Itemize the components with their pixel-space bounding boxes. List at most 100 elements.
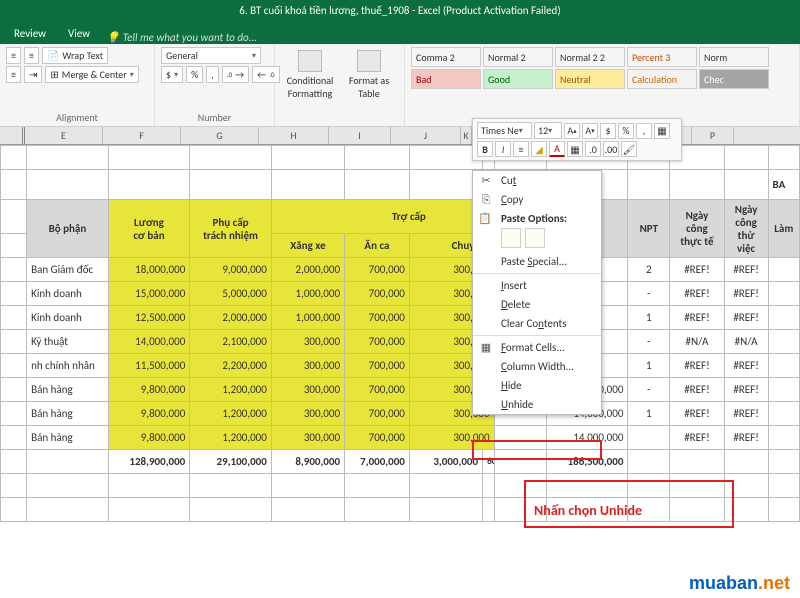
- conditional-formatting-button[interactable]: Conditional Formatting: [281, 50, 339, 100]
- watermark: muaban.net: [689, 573, 790, 594]
- ctx-clear[interactable]: Clear Contents: [473, 314, 601, 333]
- fill-color-icon[interactable]: ◢: [531, 141, 547, 157]
- italic-icon[interactable]: I: [495, 141, 511, 157]
- percent-icon[interactable]: %: [618, 123, 634, 139]
- align-left-button[interactable]: ≡: [6, 66, 21, 83]
- decimal2-icon[interactable]: .00: [603, 141, 619, 157]
- font-color-icon[interactable]: A: [549, 141, 565, 157]
- indent-button[interactable]: ⇥: [24, 66, 42, 83]
- cond-format-icon[interactable]: ▦: [654, 123, 670, 139]
- tell-me[interactable]: 💡Tell me what you want to do...: [106, 31, 257, 44]
- style-bad[interactable]: Bad: [411, 69, 481, 89]
- align-top-button[interactable]: ≡: [6, 47, 21, 64]
- increase-font-icon[interactable]: A▴: [564, 123, 580, 139]
- table-row[interactable]: Kỹ thuật 14,000,000 2,100,000 300,000 70…: [1, 330, 800, 354]
- col-J[interactable]: J: [391, 127, 461, 144]
- col-H[interactable]: H: [259, 127, 329, 144]
- col-G[interactable]: G: [181, 127, 259, 144]
- align-middle-button[interactable]: ≡: [24, 47, 39, 64]
- group-label-number: Number: [161, 108, 268, 124]
- window-title: 6. BT cuối khoá tiền lương, thuế_1908 - …: [0, 0, 800, 20]
- style-percent3[interactable]: Percent 3: [627, 47, 697, 67]
- col-E[interactable]: E: [25, 127, 103, 144]
- table-row[interactable]: Kinh doanh 15,000,000 5,000,000 1,000,00…: [1, 282, 800, 306]
- format-as-table-button[interactable]: Format as Table: [340, 50, 398, 100]
- hdr-luong-cb: Lương cơ bản: [108, 200, 190, 258]
- mini-font-size[interactable]: 12▾: [534, 122, 562, 139]
- style-calculation[interactable]: Calculation: [627, 69, 697, 89]
- ctx-hide[interactable]: Hide: [473, 376, 601, 395]
- hdr-npt: NPT: [628, 200, 670, 258]
- percent-button[interactable]: %: [186, 66, 203, 83]
- group-label-alignment: Alignment: [6, 108, 148, 124]
- paste-option-2[interactable]: [525, 228, 545, 248]
- table-row[interactable]: nh chính nhân 11,500,000 2,200,000 300,0…: [1, 354, 800, 378]
- ribbon-tabs: Review View 💡Tell me what you want to do…: [0, 20, 800, 44]
- col-F[interactable]: F: [103, 127, 181, 144]
- hdr-bo-phan: Bộ phận: [27, 200, 109, 258]
- copy-icon: ⎘: [478, 193, 494, 207]
- paste-option-1[interactable]: [501, 228, 521, 248]
- hdr-anca: Ăn ca: [345, 234, 410, 258]
- col-P[interactable]: P: [692, 127, 734, 144]
- col-K[interactable]: K: [461, 127, 472, 144]
- tab-review[interactable]: Review: [4, 23, 56, 44]
- paste-icon: 📋: [478, 212, 492, 225]
- currency-icon[interactable]: $: [600, 123, 616, 139]
- table-row[interactable]: Kinh doanh 12,500,000 2,000,000 1,000,00…: [1, 306, 800, 330]
- style-good[interactable]: Good: [483, 69, 553, 89]
- align-icon[interactable]: ≡: [513, 141, 529, 157]
- hdr-lam: Làm: [768, 200, 799, 258]
- format-painter-icon[interactable]: 🖌: [621, 141, 637, 157]
- lightbulb-icon: 💡: [106, 31, 120, 44]
- bold-icon[interactable]: B: [477, 141, 493, 157]
- col-I[interactable]: I: [329, 127, 391, 144]
- table-row[interactable]: Ban Giám đốc 18,000,000 9,000,000 2,000,…: [1, 258, 800, 282]
- comma-button[interactable]: ,: [206, 66, 219, 83]
- merge-center-button[interactable]: ⊞ Merge & Center ▾: [45, 66, 138, 83]
- style-check[interactable]: Chec: [699, 69, 769, 89]
- borders-icon[interactable]: ▦: [567, 141, 583, 157]
- format-table-icon: [357, 50, 381, 72]
- mini-font-dropdown[interactable]: Times Ne▾: [477, 122, 532, 139]
- tab-view[interactable]: View: [58, 23, 100, 44]
- style-normal[interactable]: Norm: [699, 47, 769, 67]
- ctx-format-cells[interactable]: ▦Format Cells...: [473, 338, 601, 357]
- cell-styles-gallery[interactable]: Comma 2 Normal 2 Normal 2 2 Percent 3 No…: [411, 47, 793, 89]
- table-row[interactable]: Bán hàng 9,800,000 1,200,000 300,000 700…: [1, 378, 800, 402]
- table-row[interactable]: Bán hàng 9,800,000 1,200,000 300,000 700…: [1, 402, 800, 426]
- hdr-ngay-thu: Ngày công thử việc: [724, 200, 768, 258]
- currency-button[interactable]: $ ▾: [161, 66, 183, 83]
- ctx-column-width[interactable]: Column Width...: [473, 357, 601, 376]
- hdr-phu-cap: Phụ cấp trách nhiệm: [190, 200, 272, 258]
- context-menu: ✂Cut ⎘Copy 📋Paste Options: Paste Special…: [472, 170, 602, 415]
- col-D[interactable]: [0, 127, 25, 144]
- increase-decimal-button[interactable]: .0→: [222, 66, 249, 83]
- format-cells-icon: ▦: [478, 341, 494, 354]
- ctx-paste-special[interactable]: Paste Special...: [473, 252, 601, 271]
- ctx-delete[interactable]: Delete: [473, 295, 601, 314]
- ctx-cut[interactable]: ✂Cut: [473, 171, 601, 190]
- cut-icon: ✂: [478, 174, 494, 187]
- style-neutral[interactable]: Neutral: [555, 69, 625, 89]
- style-normal22[interactable]: Normal 2 2: [555, 47, 625, 67]
- ctx-paste-options-title: 📋Paste Options:: [473, 209, 601, 226]
- table-row[interactable]: Bán hàng 9,800,000 1,200,000 300,000 700…: [1, 426, 800, 450]
- annotation-text: Nhấn chọn Unhide: [534, 502, 642, 519]
- mini-toolbar: Times Ne▾ 12▾ A▴ A▾ $ % , ▦ B I ≡ ◢ A ▦ …: [472, 118, 682, 161]
- decimal-icon[interactable]: .0: [585, 141, 601, 157]
- style-normal2[interactable]: Normal 2: [483, 47, 553, 67]
- ribbon: ≡ ≡ 📄 Wrap Text ≡ ⇥ ⊞ Merge & Center ▾ A…: [0, 44, 800, 127]
- ctx-insert[interactable]: Insert: [473, 276, 601, 295]
- comma-icon[interactable]: ,: [636, 123, 652, 139]
- hdr-ngay-thuc: Ngày công thực tế: [670, 200, 724, 258]
- worksheet[interactable]: BA Bộ phận Lương cơ bản Phụ cấp trách nh…: [0, 145, 800, 522]
- style-comma2[interactable]: Comma 2: [411, 47, 481, 67]
- ctx-unhide[interactable]: Unhide: [473, 395, 601, 414]
- wrap-text-button[interactable]: 📄 Wrap Text: [42, 47, 108, 64]
- conditional-formatting-icon: [298, 50, 322, 72]
- number-format-dropdown[interactable]: General ▾: [161, 47, 261, 64]
- ctx-copy[interactable]: ⎘Copy: [473, 190, 601, 209]
- hdr-xang: Xăng xe: [271, 234, 344, 258]
- decrease-font-icon[interactable]: A▾: [582, 123, 598, 139]
